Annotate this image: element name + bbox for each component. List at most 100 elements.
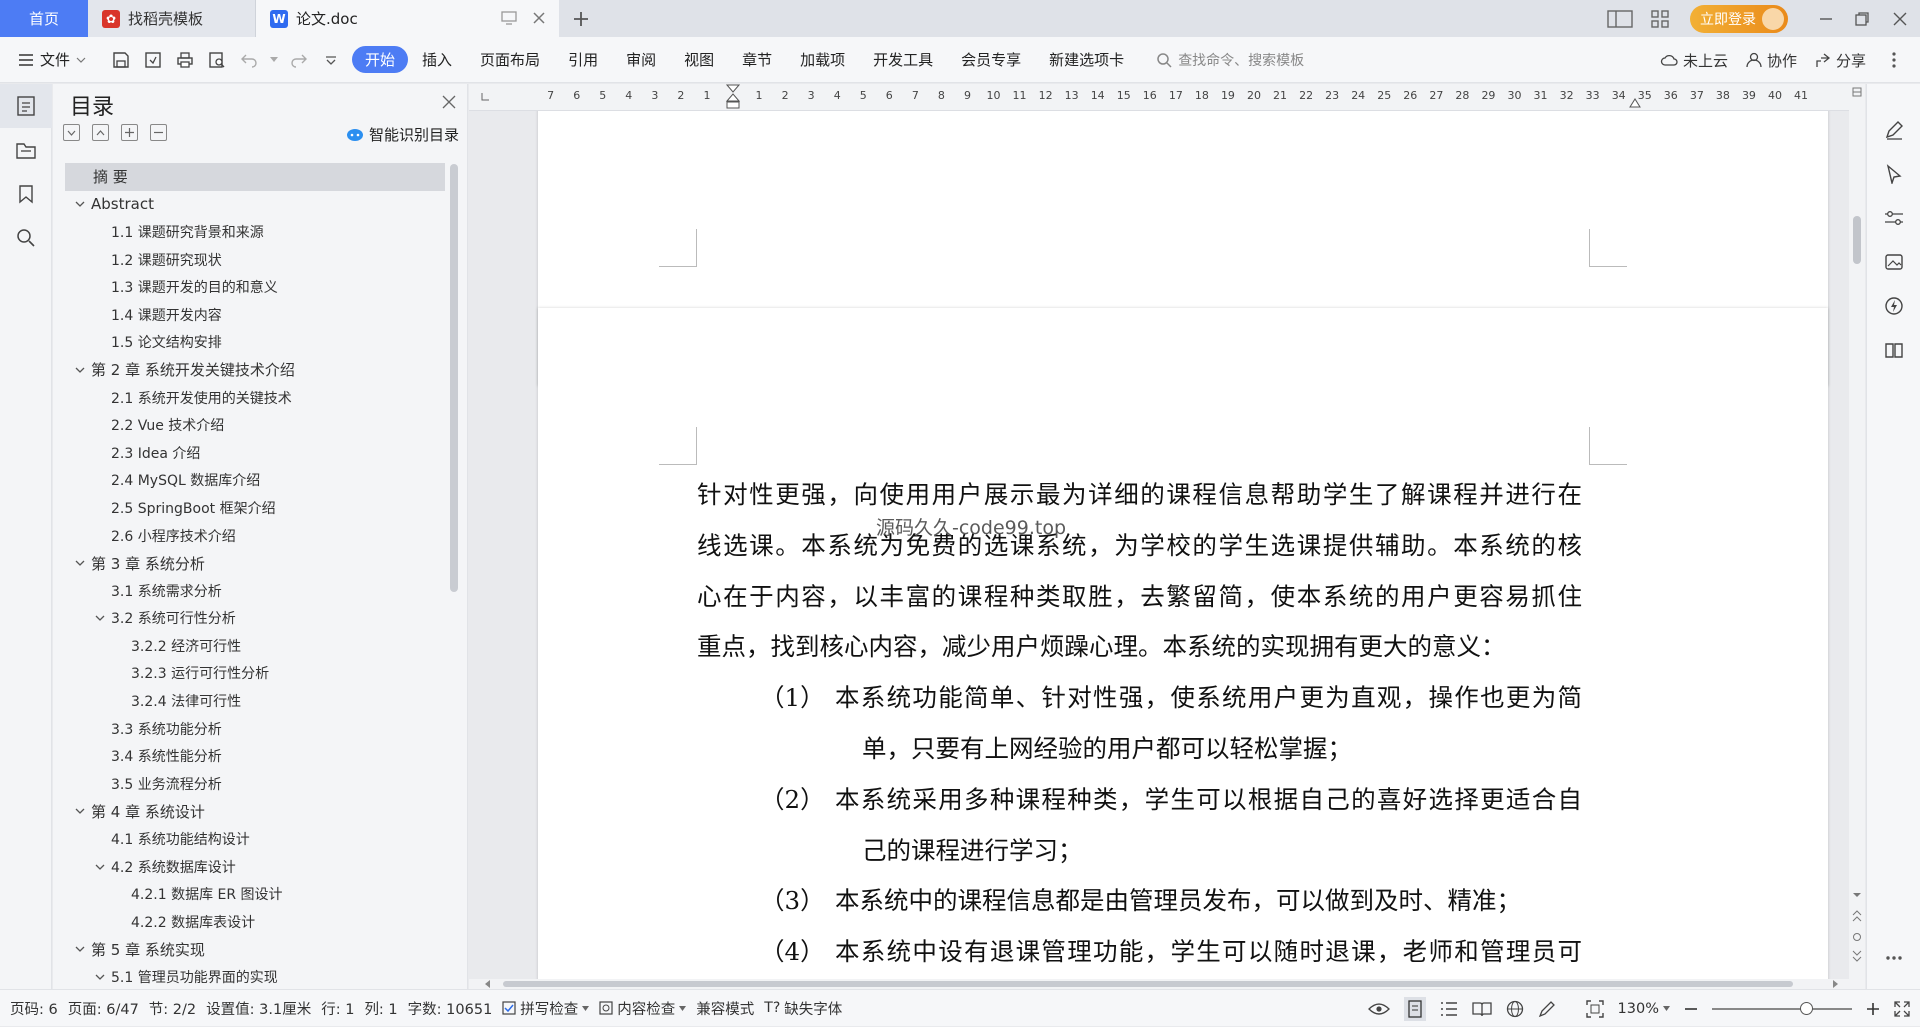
toc-item[interactable]: 4.2.1 数据库 ER 图设计 <box>65 880 445 908</box>
scroll-left-icon[interactable] <box>485 980 491 988</box>
apps-grid-icon[interactable] <box>1640 9 1680 28</box>
compat-mode[interactable]: 兼容模式 <box>696 998 754 1019</box>
toc-scrollbar[interactable] <box>450 164 458 592</box>
browse-object-icon[interactable] <box>1852 932 1862 942</box>
toc-item[interactable]: 第 2 章 系统开发关键技术介绍 <box>65 356 445 384</box>
chevron-down-icon[interactable] <box>71 550 89 577</box>
status-column[interactable]: 列: 1 <box>364 998 397 1019</box>
content-check-button[interactable]: 内容检查 <box>599 998 687 1019</box>
toc-item[interactable]: 1.5 论文结构安排 <box>65 329 445 357</box>
toc-item[interactable]: 2.1 系统开发使用的关键技术 <box>65 384 445 412</box>
status-setting[interactable]: 设置值: 3.1厘米 <box>206 998 311 1019</box>
find-icon[interactable] <box>0 216 52 260</box>
toc-item[interactable]: 4.1 系统功能结构设计 <box>65 825 445 853</box>
status-row[interactable]: 行: 1 <box>321 998 354 1019</box>
toc-item[interactable]: 3.2 系统可行性分析 <box>65 605 445 633</box>
chevron-down-icon[interactable] <box>91 964 109 991</box>
fullscreen-icon[interactable] <box>1894 1000 1910 1017</box>
cloud-status[interactable]: 未上云 <box>1660 50 1728 71</box>
chevron-down-icon[interactable] <box>71 798 89 825</box>
zoom-in-icon[interactable] <box>1866 1002 1880 1016</box>
fit-page-icon[interactable] <box>1585 999 1604 1018</box>
write-mode-icon[interactable] <box>1538 1000 1556 1018</box>
float-window-icon[interactable] <box>501 11 517 25</box>
status-section[interactable]: 节: 2/2 <box>149 998 196 1019</box>
zoom-level-dropdown[interactable]: 130% <box>1618 1001 1670 1017</box>
chevron-down-icon[interactable] <box>71 936 89 963</box>
spell-check-button[interactable]: 拼写检查 <box>502 998 590 1019</box>
command-search[interactable]: 查找命令、搜索模板 <box>1156 50 1304 70</box>
remove-heading-icon[interactable] <box>150 124 167 141</box>
bookmark-icon[interactable] <box>0 172 52 216</box>
ribbon-tab-new[interactable]: 新建选项卡 <box>1035 45 1138 75</box>
toc-item[interactable]: 2.5 SpringBoot 框架介绍 <box>65 494 445 522</box>
toc-item[interactable]: 3.2.3 运行可行性分析 <box>65 660 445 688</box>
close-window-icon[interactable] <box>1880 12 1920 26</box>
next-page-icon[interactable] <box>1852 950 1862 962</box>
add-heading-icon[interactable] <box>121 124 138 141</box>
tab-docer-templates[interactable]: ✿ 找稻壳模板 <box>88 0 256 37</box>
zoom-out-icon[interactable] <box>1684 1002 1698 1016</box>
toc-item[interactable]: 1.1 课题研究背景和来源 <box>65 218 445 246</box>
prev-page-icon[interactable] <box>1852 910 1862 922</box>
zoom-slider[interactable] <box>1712 1001 1852 1015</box>
indent-marker-icon[interactable] <box>726 84 740 110</box>
close-panel-icon[interactable] <box>439 92 459 112</box>
undo-icon[interactable] <box>236 47 262 73</box>
tab-document[interactable]: W 论文.doc <box>256 0 559 37</box>
toc-item[interactable]: Abstract <box>65 191 445 219</box>
horizontal-ruler[interactable]: 7 6 5 4 3 2 1 1 2 3 4 5 6 7 8 9 10 11 12 13 14 15 16 17 18 19 20 21… <box>469 84 1865 111</box>
chevron-down-icon[interactable] <box>71 191 89 218</box>
reading-view-icon[interactable] <box>1471 1001 1492 1017</box>
scroll-right-icon[interactable] <box>1833 980 1839 988</box>
web-view-icon[interactable] <box>1506 1000 1524 1018</box>
toc-item[interactable]: 2.3 Idea 介绍 <box>65 439 445 467</box>
scroll-down-icon[interactable] <box>1852 891 1862 899</box>
page-view-icon[interactable] <box>1403 996 1426 1021</box>
ribbon-tab-insert[interactable]: 插入 <box>408 45 466 75</box>
toc-item[interactable]: 1.2 课题研究现状 <box>65 246 445 274</box>
minimize-icon[interactable] <box>1808 12 1844 26</box>
print-icon[interactable] <box>172 47 198 73</box>
ribbon-tab-review[interactable]: 审阅 <box>612 45 670 75</box>
toc-item[interactable]: 1.4 课题开发内容 <box>65 301 445 329</box>
expand-all-icon[interactable] <box>63 124 80 141</box>
toc-item[interactable]: 3.2.2 经济可行性 <box>65 632 445 660</box>
toc-item[interactable]: 3.5 业务流程分析 <box>65 770 445 798</box>
toc-item[interactable]: 2.4 MySQL 数据库介绍 <box>65 467 445 495</box>
eye-protection-icon[interactable] <box>1367 1002 1390 1016</box>
chevron-down-icon[interactable] <box>91 605 109 632</box>
save-icon[interactable] <box>108 47 134 73</box>
ribbon-tab-addins[interactable]: 加载项 <box>786 45 859 75</box>
login-button[interactable]: 立即登录 <box>1690 4 1788 33</box>
toc-item[interactable]: 3.2.4 法律可行性 <box>65 687 445 715</box>
toc-item[interactable]: 第 5 章 系统实现 <box>65 936 445 964</box>
vertical-scroll-thumb[interactable] <box>1853 216 1861 264</box>
select-cursor-icon[interactable] <box>1867 152 1920 196</box>
toc-item[interactable]: 第 4 章 系统设计 <box>65 798 445 826</box>
ribbon-tab-member[interactable]: 会员专享 <box>947 45 1035 75</box>
toc-item[interactable]: 3.3 系统功能分析 <box>65 715 445 743</box>
horizontal-scroll-thumb[interactable] <box>503 981 1793 987</box>
pen-icon[interactable] <box>1867 108 1920 152</box>
zoom-slider-handle[interactable] <box>1800 1001 1813 1015</box>
toc-item[interactable]: 3.4 系统性能分析 <box>65 742 445 770</box>
ribbon-tab-chapter[interactable]: 章节 <box>728 45 786 75</box>
chevron-down-icon[interactable] <box>91 853 109 880</box>
toc-item[interactable]: 2.2 Vue 技术介绍 <box>65 411 445 439</box>
collapse-all-icon[interactable] <box>92 124 109 141</box>
toc-item[interactable]: 5.1 管理员功能界面的实现 <box>65 963 445 991</box>
lightning-icon[interactable] <box>1867 284 1920 328</box>
image-tool-icon[interactable] <box>1867 240 1920 284</box>
restore-icon[interactable] <box>1844 11 1880 26</box>
toc-item[interactable]: 3.1 系统需求分析 <box>65 577 445 605</box>
close-tab-icon[interactable] <box>531 10 547 26</box>
undo-dropdown-icon[interactable] <box>268 47 280 73</box>
ribbon-tab-references[interactable]: 引用 <box>554 45 612 75</box>
folder-icon[interactable] <box>0 128 52 172</box>
reader-icon[interactable] <box>1867 328 1920 372</box>
print-preview-icon[interactable] <box>204 47 230 73</box>
chevron-down-icon[interactable] <box>71 356 89 383</box>
ruler-toggle-icon[interactable] <box>1852 87 1862 97</box>
horizontal-scrollbar[interactable] <box>469 979 1849 989</box>
